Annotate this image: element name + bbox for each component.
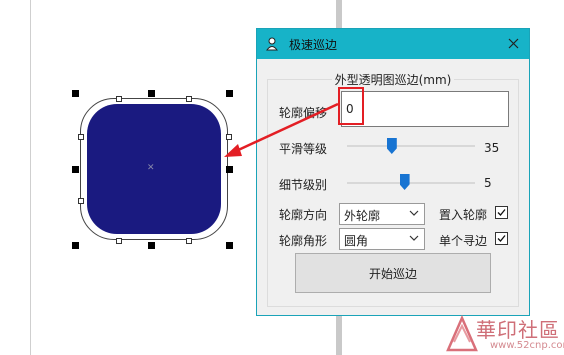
watermark-text: 華印社區 — [476, 318, 560, 342]
watermark-url: www.52cnp.com — [490, 340, 564, 351]
red-arrow-icon — [224, 102, 339, 157]
